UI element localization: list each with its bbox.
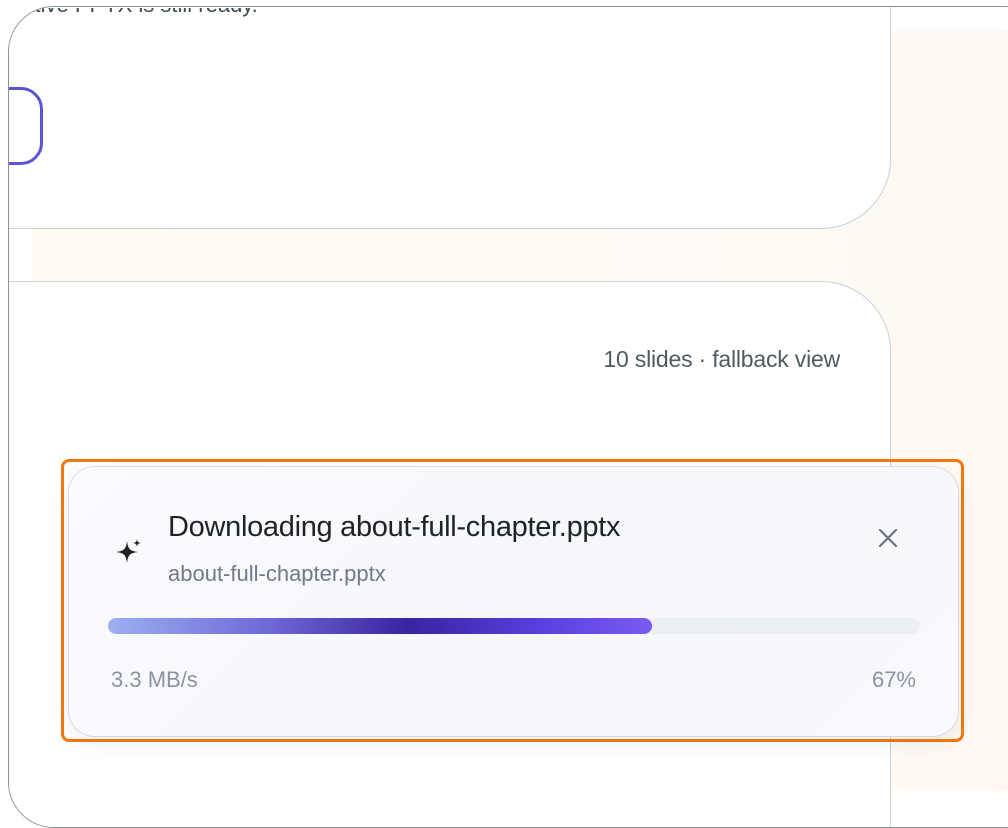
toast-filename: about-full-chapter.pptx [168, 561, 386, 586]
partial-action-button[interactable] [9, 87, 43, 165]
close-icon[interactable] [869, 519, 907, 557]
download-speed: 3.3 MB/s [111, 667, 198, 692]
sparkle-icon [116, 539, 141, 563]
progress-bar [108, 618, 920, 634]
progress-fill [108, 618, 653, 634]
toast-title: Downloading about-full-chapter.pptx [168, 511, 621, 543]
slides-meta: 10 slides · fallback view [603, 346, 840, 372]
top-card-text: is native PPTX is still ready. [9, 8, 258, 18]
download-percent: 67% [871, 667, 916, 692]
download-toast: Downloading about-full-chapter.pptx abou… [69, 467, 958, 736]
top-card: is native PPTX is still ready. [9, 7, 891, 229]
